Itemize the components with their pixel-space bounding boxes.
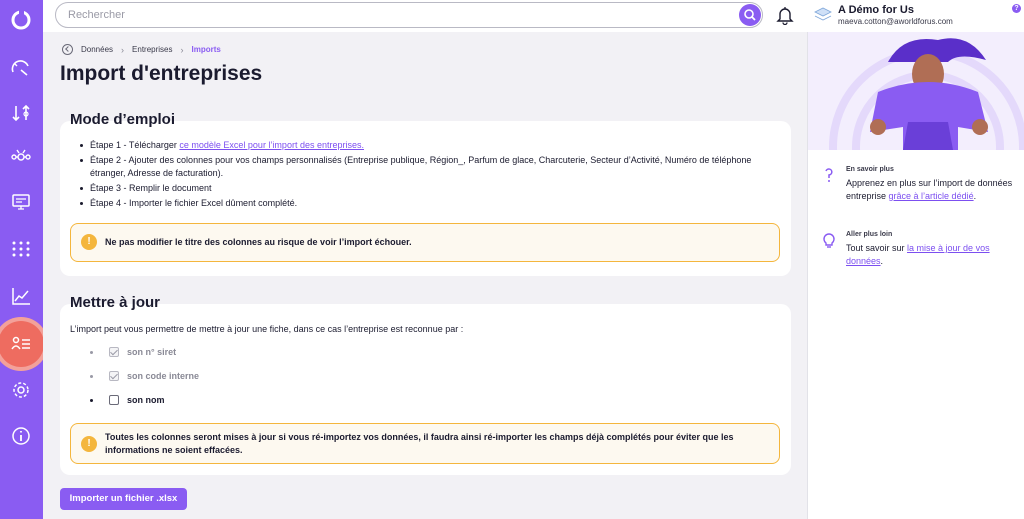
mode-emploi-title: Mode d’emploi [70, 111, 175, 128]
right-panel: En savoir plus Apprenez en plus sur l’im… [807, 32, 1024, 519]
option-nom-label[interactable]: son nom [127, 395, 165, 405]
warning-text: Ne pas modifier le titre des colonnes au… [105, 237, 412, 247]
exchange-icon[interactable] [10, 102, 32, 124]
sidebar [0, 0, 48, 519]
breadcrumb-item-donnees[interactable]: Données [81, 45, 113, 54]
step-2: Étape 2 - Ajouter des colonnes pour vos … [80, 154, 780, 179]
mode-emploi-card: Mode d’emploi Étape 1 - Télécharger ce m… [60, 111, 791, 276]
user-name[interactable]: A Démo for Us [838, 4, 914, 16]
top-bar: Rechercher A Démo for Us maeva.cotton@aw… [43, 0, 1024, 32]
search-placeholder: Rechercher [68, 9, 125, 21]
tip-go-further-suffix: . [880, 255, 884, 266]
template-download-link[interactable]: ce modèle Excel pour l’import des entrep… [179, 140, 364, 150]
user-email: maeva.cotton@aworldforus.com [838, 17, 953, 26]
breadcrumb-current: Imports [191, 45, 221, 54]
users-list-icon[interactable] [10, 333, 32, 355]
monitor-icon[interactable] [10, 191, 32, 213]
option-code-interne-label: son code interne [127, 371, 200, 381]
grid-dots-icon[interactable] [10, 238, 32, 260]
mettre-a-jour-card: Mettre à jour L’import peut vous permett… [60, 294, 791, 475]
step-4: Étape 4 - Importer le fichier Excel dûme… [80, 197, 780, 210]
checkbox-nom[interactable] [109, 395, 119, 405]
chart-line-icon[interactable] [10, 285, 32, 307]
tip-go-further-text: Tout savoir sur [846, 243, 908, 253]
help-badge[interactable]: ? [1012, 4, 1021, 13]
bell-icon[interactable] [776, 5, 794, 25]
warning-icon: ! [81, 234, 97, 250]
tip-go-further-title: Aller plus loin [846, 231, 893, 238]
lightbulb-icon [823, 233, 835, 248]
tip-learn-more-title: En savoir plus [846, 166, 894, 173]
speedometer-icon[interactable] [10, 57, 32, 79]
steps-list: Étape 1 - Télécharger ce modèle Excel po… [80, 139, 780, 212]
search-icon [744, 9, 756, 21]
tip-learn-more-suffix: . [973, 190, 977, 201]
tip-go-further-body: Tout savoir sur la mise à jour de vos do… [846, 242, 1014, 267]
import-file-button[interactable]: Importer un fichier .xlsx [60, 488, 187, 510]
question-mark-icon [825, 168, 833, 182]
option-siret-label: son n° siret [127, 347, 177, 357]
settings-icon[interactable] [10, 379, 32, 401]
update-warning-text: Toutes les colonnes seront mises à jour … [105, 432, 734, 455]
warning-icon: ! [81, 436, 97, 452]
page-title: Import d'entreprises [60, 62, 263, 85]
step-3: Étape 3 - Remplir le document [80, 182, 780, 195]
logo-icon[interactable] [10, 9, 32, 31]
search-button[interactable] [739, 4, 761, 26]
article-link[interactable]: grâce à l’article dédié [889, 191, 974, 201]
main-content: Données › Entreprises › Imports Import d… [43, 32, 807, 519]
info-icon[interactable] [10, 425, 32, 447]
step-1: Étape 1 - Télécharger ce modèle Excel po… [80, 139, 780, 152]
checkbox-siret [109, 347, 119, 357]
network-icon[interactable] [10, 146, 32, 168]
chevron-right-icon: › [121, 44, 125, 55]
avatar-icon[interactable] [814, 7, 832, 21]
update-intro: L’import peut vous permettre de mettre à… [70, 324, 464, 334]
search-input[interactable]: Rechercher [55, 2, 763, 28]
step-1-text: Étape 1 - Télécharger [90, 140, 180, 150]
breadcrumb: Données › Entreprises › Imports [62, 44, 221, 55]
checkbox-code-interne [109, 371, 119, 381]
option-nom[interactable]: son nom [90, 395, 165, 405]
mettre-a-jour-title: Mettre à jour [70, 294, 161, 311]
warning-alert: ! Ne pas modifier le titre des colonnes … [70, 223, 780, 262]
tip-learn-more-body: Apprenez en plus sur l’import de données… [846, 177, 1014, 202]
illustration [808, 32, 1024, 150]
update-warning-alert: ! Toutes les colonnes seront mises à jou… [70, 423, 780, 464]
option-siret: son n° siret [90, 347, 176, 357]
back-icon[interactable] [62, 44, 73, 55]
woman-illustration [829, 38, 1024, 150]
breadcrumb-item-entreprises[interactable]: Entreprises [132, 45, 172, 54]
option-code-interne: son code interne [90, 371, 199, 381]
chevron-right-icon: › [180, 44, 184, 55]
